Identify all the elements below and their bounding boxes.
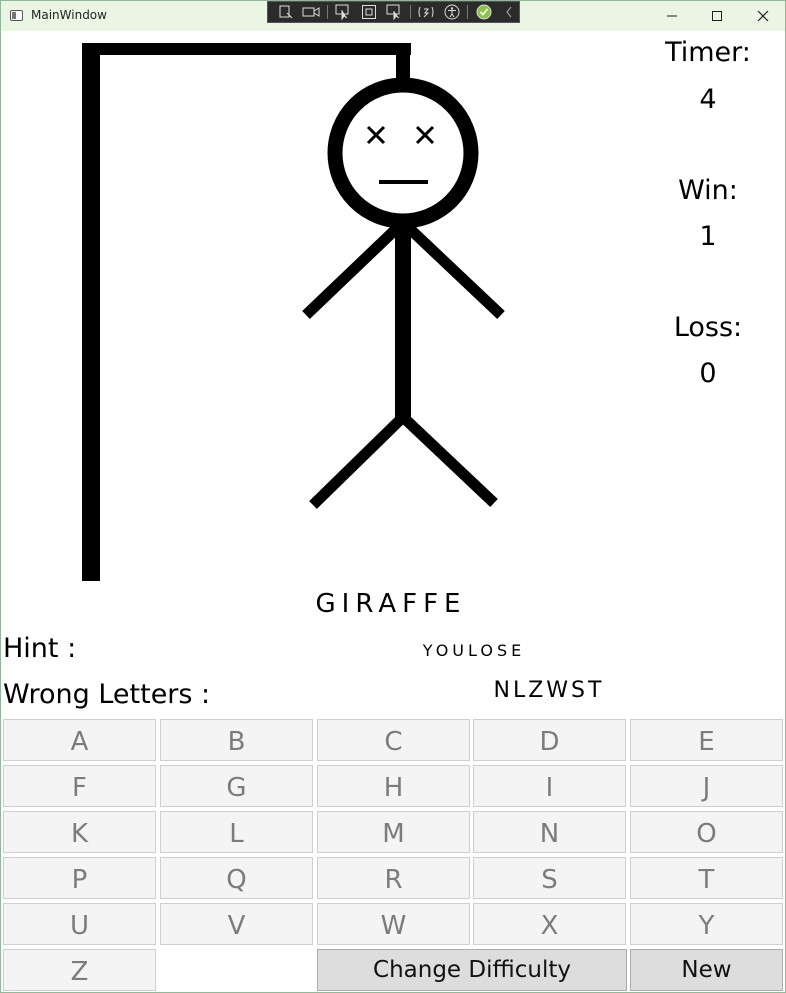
track-focus-button[interactable]: [384, 3, 403, 21]
hangman-left-arm: [302, 225, 400, 319]
toolbar-separator: [467, 5, 469, 19]
gallows-post: [82, 43, 100, 581]
letter-button[interactable]: E: [630, 719, 783, 761]
toolbar-separator: [326, 5, 328, 19]
letter-button[interactable]: F: [3, 765, 156, 807]
chevron-left-icon: [506, 6, 512, 18]
close-button[interactable]: [740, 1, 786, 31]
letter-button[interactable]: H: [317, 765, 470, 807]
collapse-toolbar-button[interactable]: [500, 3, 519, 21]
live-tree-icon: [279, 5, 293, 19]
app-window-icon: [10, 10, 23, 21]
letter-button[interactable]: Z: [3, 949, 156, 991]
win-value: 1: [699, 221, 717, 252]
hangman-head: [327, 77, 479, 229]
hot-reload-icon: [418, 6, 434, 18]
letter-button[interactable]: Y: [630, 903, 783, 945]
letter-button[interactable]: G: [160, 765, 313, 807]
loss-label: Loss:: [673, 312, 743, 343]
loss-value: 0: [699, 358, 717, 389]
win-label: Win:: [678, 175, 738, 206]
hangman-figure: [302, 77, 505, 509]
maximize-icon: [712, 11, 722, 21]
hangman-right-arm: [406, 225, 505, 319]
status-ok-button[interactable]: [474, 3, 493, 21]
letter-button[interactable]: Q: [160, 857, 313, 899]
select-element-icon: [335, 4, 349, 20]
hint-label: Hint :: [3, 633, 77, 664]
timer-value: 4: [699, 84, 717, 115]
letter-button[interactable]: S: [473, 857, 626, 899]
window-title: MainWindow: [31, 8, 107, 22]
track-focus-icon: [386, 4, 400, 20]
letter-button[interactable]: L: [160, 811, 313, 853]
maximize-button[interactable]: [694, 1, 740, 31]
letter-button[interactable]: R: [317, 857, 470, 899]
new-game-button[interactable]: New: [630, 949, 783, 991]
minimize-button[interactable]: [649, 1, 695, 31]
wrong-letters-label: Wrong Letters :: [3, 679, 211, 710]
layout-adorner-icon: [361, 5, 376, 19]
checkmark-icon: [476, 4, 492, 20]
record-button[interactable]: [301, 3, 320, 21]
letter-button[interactable]: O: [630, 811, 783, 853]
letter-button[interactable]: U: [3, 903, 156, 945]
hot-reload-button[interactable]: [417, 3, 436, 21]
layout-adorner-button[interactable]: [359, 3, 378, 21]
letter-button[interactable]: P: [3, 857, 156, 899]
debug-toolbar: [267, 1, 520, 23]
letter-button[interactable]: B: [160, 719, 313, 761]
select-element-button[interactable]: [334, 3, 353, 21]
letter-button[interactable]: A: [3, 719, 156, 761]
hangman-right-eye: [415, 125, 435, 145]
hangman-left-leg: [309, 413, 407, 509]
hint-value: YOULOSE: [422, 641, 526, 660]
accessibility-icon: [444, 4, 460, 20]
change-difficulty-button[interactable]: Change Difficulty: [317, 949, 627, 991]
letter-button[interactable]: T: [630, 857, 783, 899]
toolbar-separator: [409, 5, 411, 19]
hangman-left-eye: [366, 125, 386, 145]
letter-button[interactable]: X: [473, 903, 626, 945]
letter-button[interactable]: I: [473, 765, 626, 807]
minimize-icon: [667, 15, 677, 17]
gallows-beam: [82, 43, 411, 55]
letter-button[interactable]: J: [630, 765, 783, 807]
letter-button[interactable]: W: [317, 903, 470, 945]
letter-button[interactable]: K: [3, 811, 156, 853]
close-icon: [757, 10, 769, 22]
main-window: MainWindow Timer: 4 Win: 1 Loss: 0 GIRAF…: [0, 0, 786, 993]
wrong-letters-value: NLZWST: [493, 678, 605, 703]
secret-word: GIRAFFE: [315, 589, 467, 619]
live-tree-button[interactable]: [276, 3, 295, 21]
letter-button[interactable]: N: [473, 811, 626, 853]
letter-button[interactable]: M: [317, 811, 470, 853]
video-icon: [302, 7, 320, 17]
letter-button[interactable]: D: [473, 719, 626, 761]
hangman-right-leg: [399, 413, 498, 507]
letter-button[interactable]: C: [317, 719, 470, 761]
letter-button[interactable]: V: [160, 903, 313, 945]
timer-label: Timer:: [665, 37, 751, 68]
accessibility-button[interactable]: [442, 3, 461, 21]
